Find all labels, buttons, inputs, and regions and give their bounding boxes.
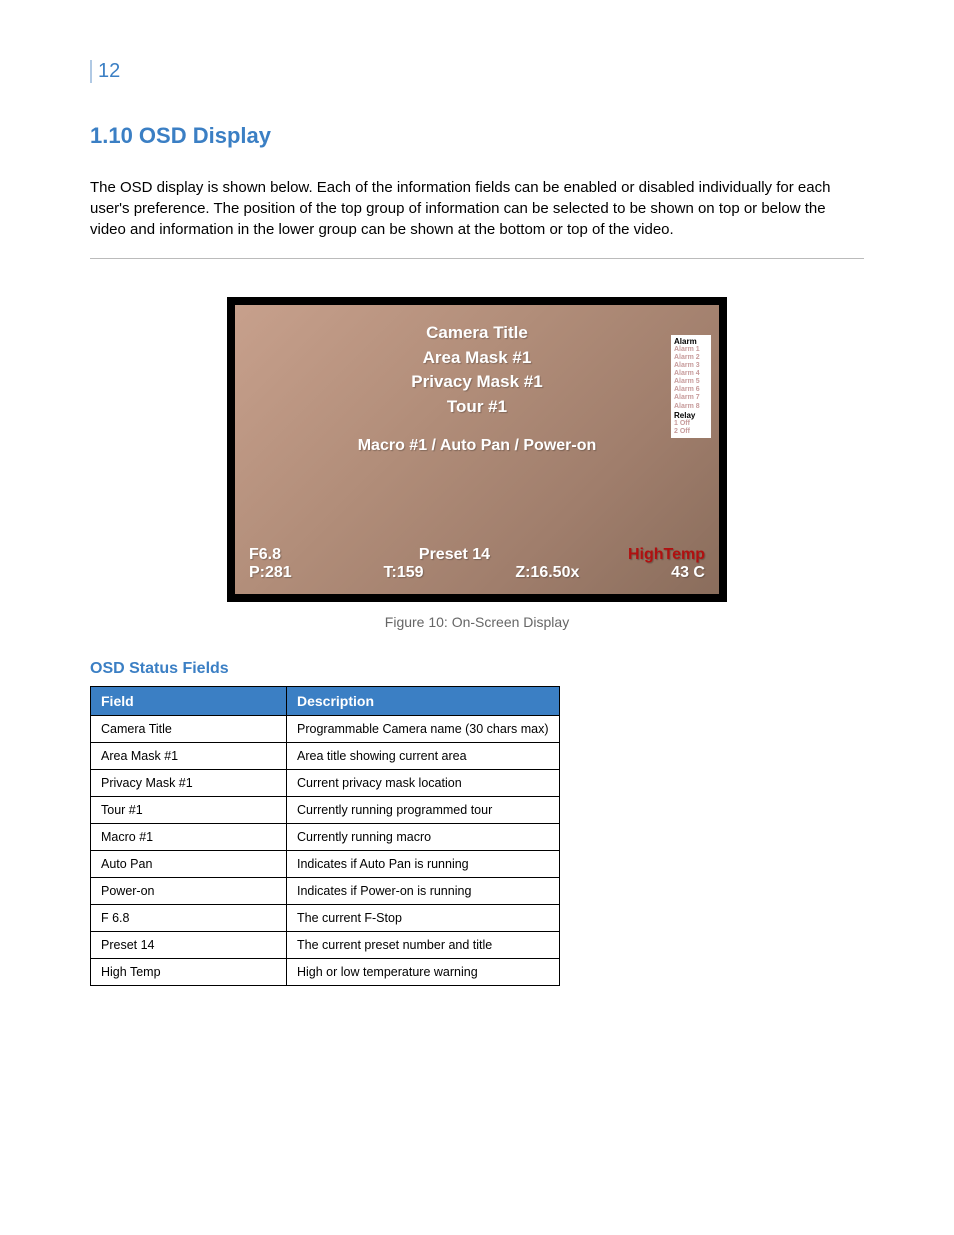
alarm-item: Alarm 7 [674, 394, 708, 402]
alarm-item: Alarm 4 [674, 370, 708, 378]
divider [90, 258, 864, 259]
table-cell: Indicates if Auto Pan is running [287, 851, 560, 878]
figure-caption: Figure 10: On-Screen Display [90, 614, 864, 630]
pan-value: P:281 [249, 564, 292, 582]
osd-line: Tour #1 [235, 395, 719, 420]
fstop-value: F6.8 [249, 546, 281, 564]
osd-line: Camera Title [235, 321, 719, 346]
table-cell: Area title showing current area [287, 743, 560, 770]
alarm-relay-box: Alarm Alarm 1 Alarm 2 Alarm 3 Alarm 4 Al… [671, 335, 711, 438]
status-fields-table: Field Description Camera Title Programma… [90, 686, 560, 986]
alarm-item: Alarm 1 [674, 346, 708, 354]
table-cell: Power-on [91, 878, 287, 905]
table-row: F 6.8 The current F-Stop [91, 905, 560, 932]
page-number: 12 [90, 60, 864, 83]
section-title: 1.10 OSD Display [90, 123, 864, 149]
osd-line: Area Mask #1 [235, 346, 719, 371]
table-header-field: Field [91, 687, 287, 716]
table-cell: Current privacy mask location [287, 770, 560, 797]
intro-paragraph: The OSD display is shown below. Each of … [90, 177, 864, 240]
table-cell: Auto Pan [91, 851, 287, 878]
table-row: Privacy Mask #1 Current privacy mask loc… [91, 770, 560, 797]
table-row: Preset 14 The current preset number and … [91, 932, 560, 959]
temp-warning: HighTemp [628, 546, 705, 564]
table-cell: Programmable Camera name (30 chars max) [287, 716, 560, 743]
alarm-item: Alarm 2 [674, 354, 708, 362]
table-header-description: Description [287, 687, 560, 716]
osd-bottom-row2: P:281 T:159 Z:16.50x 43 C [249, 564, 705, 582]
osd-screenshot: Camera Title Area Mask #1 Privacy Mask #… [227, 297, 727, 602]
alarm-item: Alarm 8 [674, 403, 708, 411]
table-cell: Area Mask #1 [91, 743, 287, 770]
relay-header: Relay [674, 411, 708, 420]
alarm-item: Alarm 5 [674, 378, 708, 386]
table-cell: Indicates if Power-on is running [287, 878, 560, 905]
osd-line: Privacy Mask #1 [235, 370, 719, 395]
zoom-value: Z:16.50x [515, 564, 579, 582]
osd-bottom-row1: F6.8 Preset 14 HighTemp [249, 546, 705, 564]
osd-bottom-block: F6.8 Preset 14 HighTemp P:281 T:159 Z:16… [249, 546, 705, 582]
table-cell: Camera Title [91, 716, 287, 743]
alarm-item: Alarm 3 [674, 362, 708, 370]
osd-center-block: Camera Title Area Mask #1 Privacy Mask #… [235, 321, 719, 457]
table-cell: High Temp [91, 959, 287, 986]
table-row: Tour #1 Currently running programmed tou… [91, 797, 560, 824]
table-row: Auto Pan Indicates if Auto Pan is runnin… [91, 851, 560, 878]
table-cell: The current preset number and title [287, 932, 560, 959]
table-cell: Preset 14 [91, 932, 287, 959]
table-cell: Currently running programmed tour [287, 797, 560, 824]
osd-line-wide: Macro #1 / Auto Pan / Power-on [235, 434, 719, 457]
table-row: Camera Title Programmable Camera name (3… [91, 716, 560, 743]
table-cell: The current F-Stop [287, 905, 560, 932]
osd-screen: Camera Title Area Mask #1 Privacy Mask #… [235, 305, 719, 594]
table-cell: Currently running macro [287, 824, 560, 851]
table-row: Power-on Indicates if Power-on is runnin… [91, 878, 560, 905]
relay-item: 2 Off [674, 428, 708, 436]
table-row: Macro #1 Currently running macro [91, 824, 560, 851]
subsection-title: OSD Status Fields [90, 660, 864, 678]
tilt-value: T:159 [384, 564, 424, 582]
table-cell: Privacy Mask #1 [91, 770, 287, 797]
temp-value: 43 C [671, 564, 705, 582]
preset-value: Preset 14 [419, 546, 490, 564]
table-cell: F 6.8 [91, 905, 287, 932]
table-row: Area Mask #1 Area title showing current … [91, 743, 560, 770]
alarm-header: Alarm [674, 337, 708, 346]
figure-wrap: Camera Title Area Mask #1 Privacy Mask #… [90, 297, 864, 602]
table-cell: Tour #1 [91, 797, 287, 824]
relay-item: 1 Off [674, 420, 708, 428]
table-row: High Temp High or low temperature warnin… [91, 959, 560, 986]
table-cell: Macro #1 [91, 824, 287, 851]
table-cell: High or low temperature warning [287, 959, 560, 986]
alarm-item: Alarm 6 [674, 386, 708, 394]
